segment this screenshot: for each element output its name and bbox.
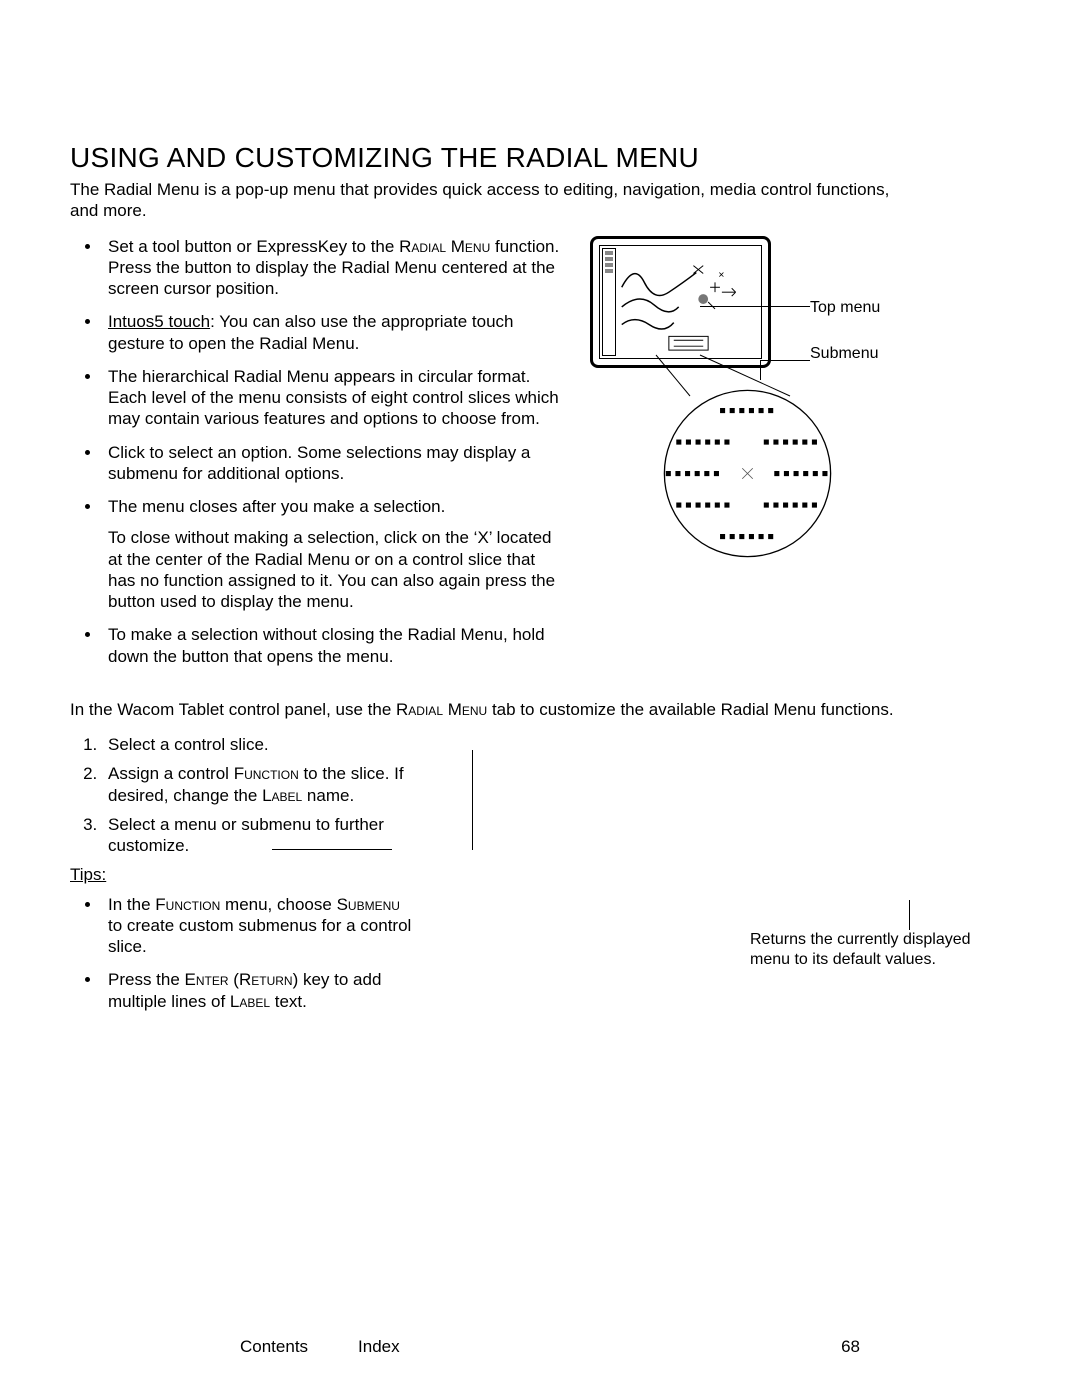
leader-line (909, 900, 910, 930)
contents-link[interactable]: Contents (240, 1336, 308, 1357)
svg-text:▪▪▪▪▪▪: ▪▪▪▪▪▪ (664, 466, 722, 481)
leader-line (760, 360, 810, 361)
page-number: 68 (841, 1336, 860, 1357)
customize-steps: Select a control slice. Assign a control… (70, 734, 432, 856)
page-heading: USING AND CUSTOMIZING THE RADIAL MENU (70, 140, 1010, 175)
feature-bullets: Set a tool button or ExpressKey to the R… (70, 236, 560, 667)
step-item: Assign a control Function to the slice. … (102, 763, 432, 806)
diagram-label-submenu: Submenu (810, 344, 879, 364)
bullet-item: The hierarchical Radial Menu appears in … (102, 366, 560, 430)
leader-line (760, 360, 761, 380)
svg-text:▪▪▪▪▪▪: ▪▪▪▪▪▪ (773, 466, 831, 481)
step-item: Select a menu or submenu to further cust… (102, 814, 432, 857)
bullet-item: Intuos5 touch: You can also use the appr… (102, 311, 560, 354)
bullet-item: Click to select an option. Some selectio… (102, 442, 560, 485)
intro-text: The Radial Menu is a pop-up menu that pr… (70, 179, 890, 222)
bullet-item: Set a tool button or ExpressKey to the R… (102, 236, 560, 300)
tip-item: Press the Enter (Return) key to add mult… (102, 969, 412, 1012)
svg-text:▪▪▪▪▪▪: ▪▪▪▪▪▪ (719, 403, 777, 418)
svg-text:▪▪▪▪▪▪: ▪▪▪▪▪▪ (762, 497, 820, 512)
svg-text:▪▪▪▪▪▪: ▪▪▪▪▪▪ (675, 434, 733, 449)
tip-item: In the Function menu, choose Submenu to … (102, 894, 412, 958)
mid-paragraph: In the Wacom Tablet control panel, use t… (70, 699, 940, 720)
page-footer: Contents Index 68 (0, 1336, 1080, 1357)
bullet-item: To make a selection without closing the … (102, 624, 560, 667)
svg-text:▪▪▪▪▪▪: ▪▪▪▪▪▪ (675, 497, 733, 512)
bullet-item: The menu closes after you make a selecti… (102, 496, 560, 612)
tips-link[interactable]: Tips (70, 865, 102, 884)
radial-menu-icon: ▪▪▪▪▪▪ ▪▪▪▪▪▪ ▪▪▪▪▪▪ ▪▪▪▪▪▪ ▪▪▪▪▪▪ ▪▪▪▪▪… (660, 386, 835, 561)
two-column-section: Set a tool button or ExpressKey to the R… (70, 236, 1010, 681)
svg-text:▪▪▪▪▪▪: ▪▪▪▪▪▪ (719, 529, 777, 544)
manual-page: USING AND CUSTOMIZING THE RADIAL MENU Th… (0, 0, 1080, 1397)
intuos5-touch-link[interactable]: Intuos5 touch (108, 312, 210, 331)
returns-note: Returns the currently displayed menu to … (750, 930, 980, 970)
step-item: Select a control slice. (102, 734, 432, 755)
index-link[interactable]: Index (358, 1336, 400, 1357)
radial-menu-diagram: ✕ Top menu (580, 236, 990, 606)
svg-text:▪▪▪▪▪▪: ▪▪▪▪▪▪ (762, 434, 820, 449)
